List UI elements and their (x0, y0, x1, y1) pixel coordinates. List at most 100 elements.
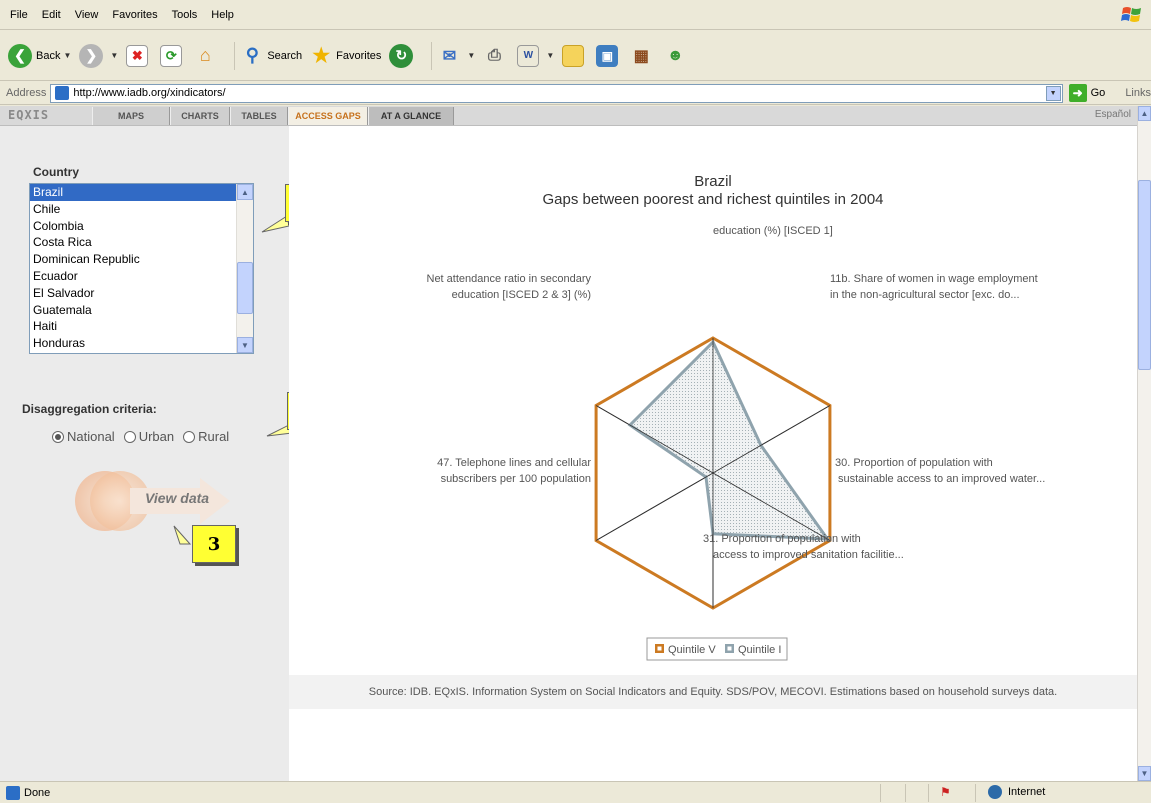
chart-subtitle: Gaps between poorest and richest quintil… (542, 191, 884, 208)
radio-urban[interactable]: Urban (123, 429, 175, 444)
radio-label: National (67, 429, 115, 444)
media-button[interactable]: ▣ (596, 44, 622, 67)
browser-window: File Edit View Favorites Tools Help ❮ Ba… (0, 0, 1151, 803)
messenger-button[interactable]: ☻ (664, 45, 690, 67)
chevron-down-icon[interactable]: ▼ (1045, 85, 1061, 101)
mail-button[interactable]: ✉ ▼ (438, 45, 476, 67)
security-zone: Internet (988, 785, 1045, 799)
scroll-down-icon[interactable]: ▼ (1138, 766, 1151, 781)
status-divider (880, 784, 881, 802)
favorites-button[interactable]: ★ Favorites (310, 45, 381, 67)
axis-label: 11b. Share of women in wage employment in… (830, 273, 1038, 301)
history-button[interactable]: ↻ (389, 43, 417, 68)
country-option[interactable]: Colombia (30, 218, 253, 235)
country-option[interactable]: El Salvador (30, 285, 253, 302)
links-button[interactable]: Links (1125, 87, 1151, 99)
discuss-button[interactable] (562, 44, 588, 67)
axis-label: 6. Net attendance ratio in primaryeducat… (703, 226, 866, 237)
axis-label: 47. Telephone lines and cellular subscrib… (437, 457, 591, 485)
listbox-scrollbar[interactable]: ▲ ▼ (236, 184, 253, 353)
status-text: Done (24, 786, 51, 799)
chevron-down-icon[interactable]: ▼ (546, 51, 554, 60)
scroll-up-icon[interactable]: ▲ (1138, 106, 1151, 121)
country-option[interactable]: Brazil (30, 184, 253, 201)
legend-label-quintile-i: Quintile I (738, 644, 781, 656)
research-button[interactable]: ▦ (630, 45, 656, 67)
tab-maps[interactable]: MAPS (92, 107, 170, 125)
menu-edit[interactable]: Edit (35, 9, 68, 21)
tab-at-a-glance[interactable]: AT A GLANCE (368, 107, 454, 125)
view-data-label: View data (145, 490, 210, 506)
language-link[interactable]: Español (1095, 109, 1131, 120)
search-button[interactable]: ⚲ Search (241, 45, 302, 67)
axis-label: 31. Proportion of population with access … (703, 533, 904, 561)
legend-swatch-inner (657, 646, 662, 651)
menu-tools[interactable]: Tools (165, 9, 205, 21)
chevron-down-icon[interactable]: ▼ (63, 51, 71, 60)
go-label: Go (1090, 87, 1106, 99)
country-option[interactable]: Chile (30, 201, 253, 218)
chevron-down-icon[interactable]: ▼ (110, 51, 118, 60)
chevron-down-icon[interactable]: ▼ (467, 51, 475, 60)
scroll-thumb[interactable] (237, 262, 253, 314)
country-option[interactable]: Costa Rica (30, 234, 253, 251)
toolbar-divider (234, 41, 236, 70)
folder-icon (562, 44, 585, 67)
radio-label: Urban (138, 429, 175, 444)
status-divider (905, 784, 906, 802)
country-option[interactable]: Guatemala (30, 302, 253, 319)
chart-title: Brazil (694, 173, 732, 190)
radio-rural[interactable]: Rural (183, 429, 229, 444)
country-option[interactable]: Dominican Republic (30, 251, 253, 268)
stop-icon: ✖ (126, 44, 149, 67)
country-option[interactable]: Haiti (30, 318, 253, 335)
menu-file[interactable]: File (0, 9, 35, 21)
radar-chart: 6. Net attendance ratio in primaryeducat… (427, 226, 1045, 661)
history-icon: ↻ (389, 43, 414, 68)
print-button[interactable]: ⎙ (483, 45, 509, 67)
criteria-radio-group: National Urban Rural (52, 429, 238, 444)
tab-access-gaps[interactable]: ACCESS GAPS (288, 107, 368, 125)
page-icon (6, 785, 20, 800)
word-icon: W (517, 44, 540, 67)
country-option[interactable]: Honduras (30, 335, 253, 352)
series-quintile-i (627, 339, 831, 541)
radio-unchecked-icon (183, 430, 196, 443)
source-note: Source: IDB. EQxIS. Information System o… (289, 675, 1137, 709)
tab-charts[interactable]: CHARTS (170, 107, 230, 125)
home-button[interactable]: ⌂ (194, 45, 220, 67)
scroll-up-icon[interactable]: ▲ (237, 184, 253, 200)
scroll-down-icon[interactable]: ▼ (237, 337, 253, 353)
callout-3: 3 (192, 525, 236, 563)
go-arrow-icon: ➜ (1068, 84, 1087, 102)
address-bar: Address http://www.iadb.org/xindicators/… (0, 82, 1151, 105)
forward-button[interactable]: ❯ ▼ (79, 43, 118, 68)
country-listbox[interactable]: Brazil Chile Colombia Costa Rica Dominic… (29, 183, 254, 354)
go-button[interactable]: ➜ Go (1068, 84, 1106, 102)
radio-national[interactable]: National (52, 429, 115, 444)
menu-help[interactable]: Help (204, 9, 241, 21)
address-input[interactable]: http://www.iadb.org/xindicators/ ▼ (50, 83, 1063, 103)
edit-button[interactable]: W ▼ (517, 44, 554, 67)
country-label: Country (33, 165, 79, 179)
page-content: EQXIS MAPS CHARTS TABLES ACCESS GAPS AT … (0, 106, 1137, 781)
scroll-thumb[interactable] (1138, 180, 1151, 370)
menu-view[interactable]: View (68, 9, 106, 21)
tab-tables[interactable]: TABLES (230, 107, 288, 125)
country-option[interactable]: Ecuador (30, 268, 253, 285)
refresh-button[interactable]: ⟳ (160, 44, 186, 67)
stop-button[interactable]: ✖ (126, 44, 152, 67)
back-button[interactable]: ❮ Back ▼ (8, 43, 71, 68)
globe-icon (988, 785, 1002, 799)
legend-label-quintile-v: Quintile V (668, 644, 716, 656)
page-scrollbar[interactable]: ▲ ▼ (1137, 106, 1151, 781)
media-icon: ▣ (596, 44, 619, 67)
status-divider (928, 784, 929, 802)
page-icon (55, 86, 70, 100)
menu-favorites[interactable]: Favorites (105, 9, 164, 21)
radar-axis-overlay (595, 472, 714, 541)
radio-checked-icon (52, 430, 64, 443)
zone-label: Internet (1008, 786, 1046, 798)
address-label: Address (6, 87, 47, 99)
criteria-label: Disaggregation criteria: (22, 402, 157, 416)
